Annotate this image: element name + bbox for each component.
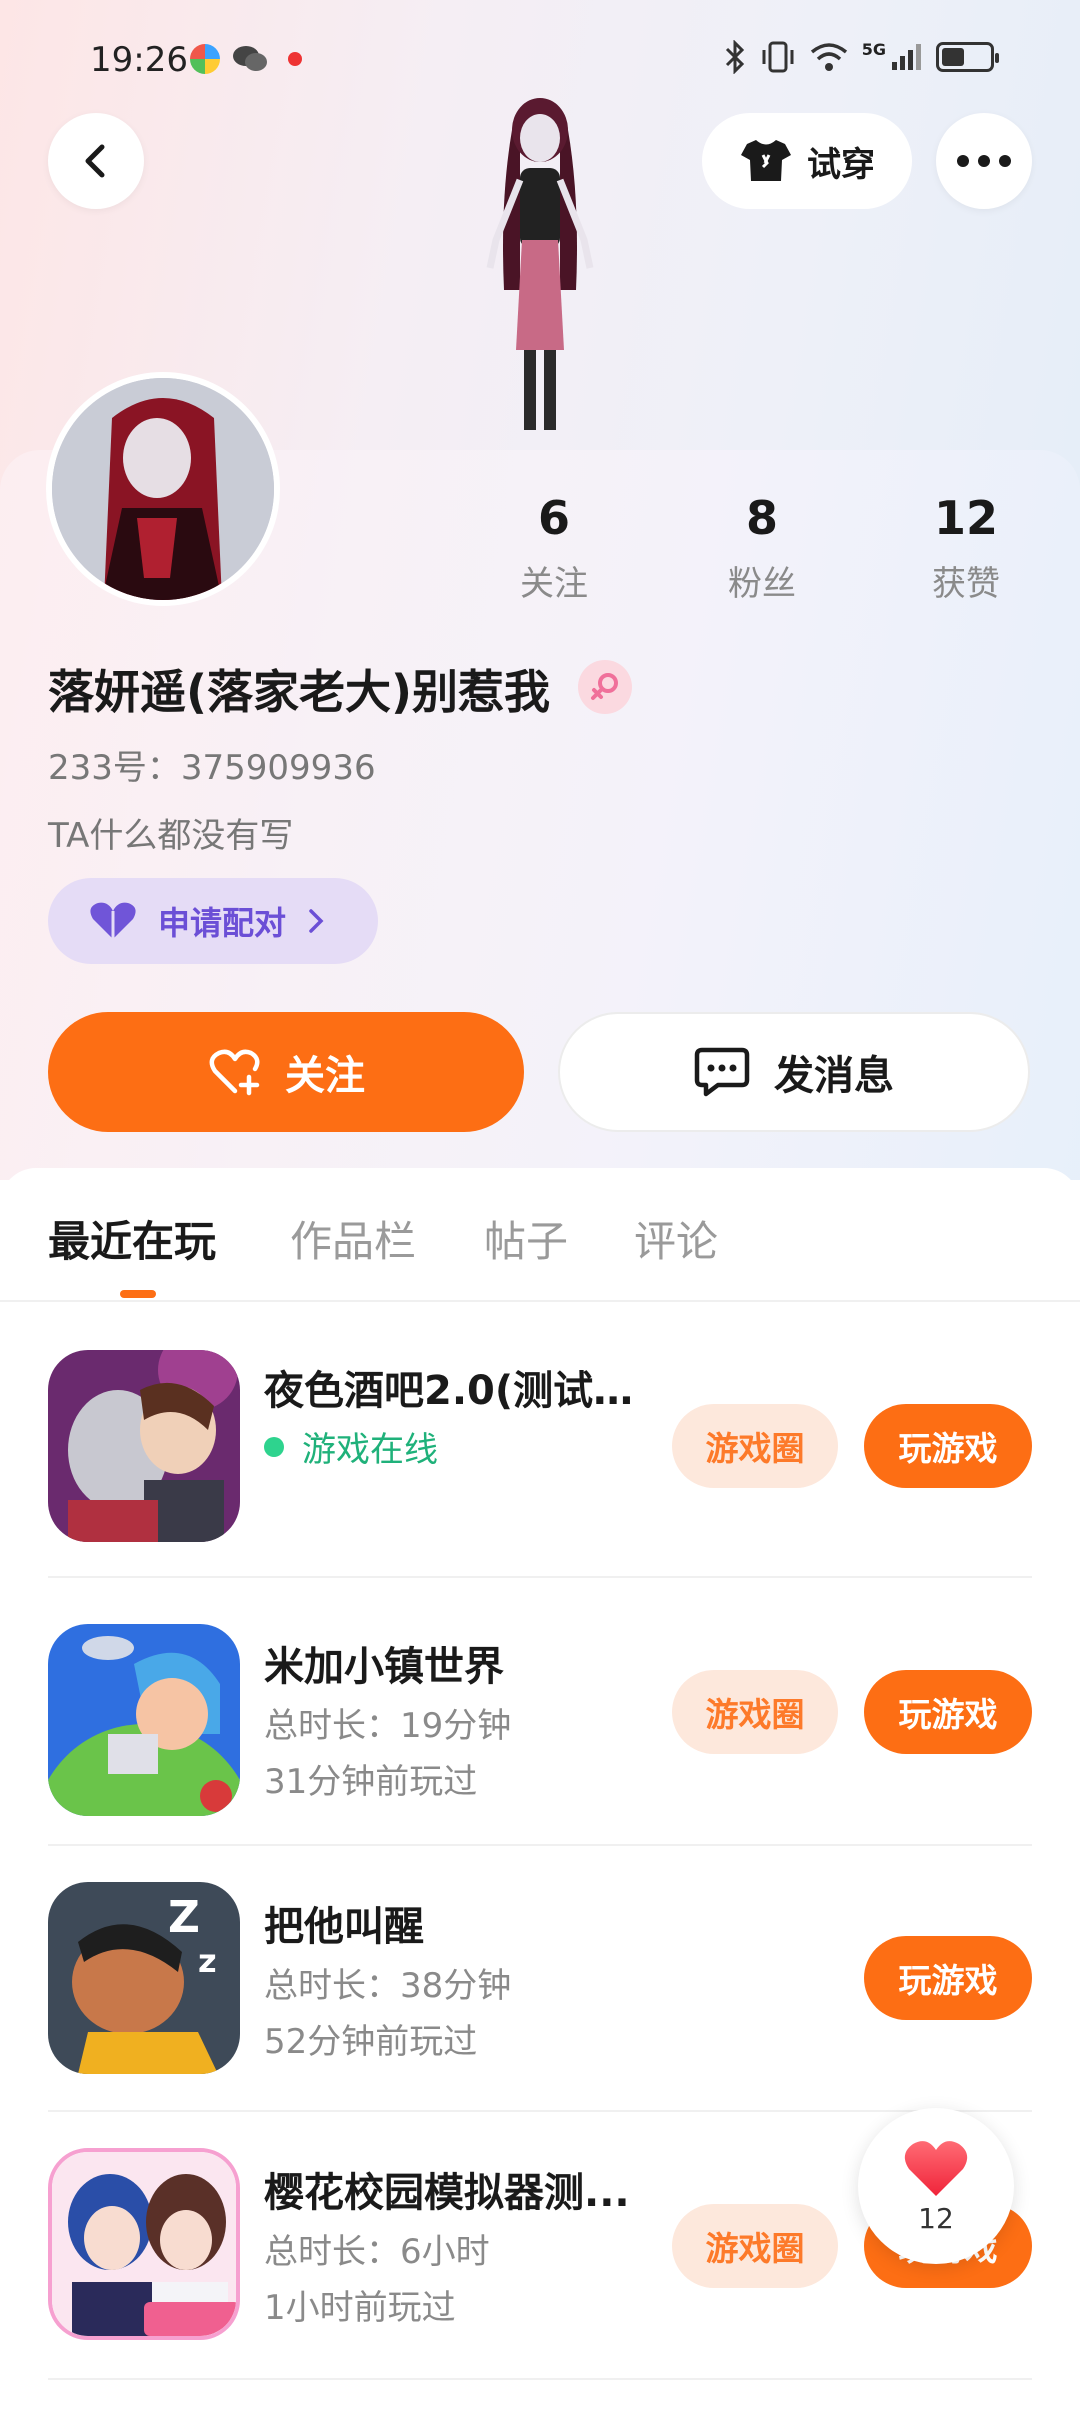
red-dot-icon (288, 52, 302, 66)
tshirt-icon (741, 140, 791, 181)
play-game-button[interactable]: 玩游戏 (864, 1404, 1032, 1488)
followers-count: 8 (745, 491, 778, 545)
active-tab-indicator (120, 1290, 156, 1298)
game-title: 樱花校园模拟器测... (264, 2170, 630, 2216)
game-title: 把他叫醒 (264, 1904, 424, 1950)
play-game-button[interactable]: 玩游戏 (864, 1670, 1032, 1754)
tab-comments[interactable]: 评论 (634, 1208, 718, 1269)
user-bio: TA什么都没有写 (48, 816, 294, 856)
following-count: 6 (537, 491, 570, 545)
battery-icon (936, 42, 999, 72)
bluetooth-icon (725, 40, 744, 74)
send-message-label: 发消息 (774, 1053, 894, 1099)
game-playtime: 总时长：6小时 (264, 2232, 490, 2272)
game-circle-button[interactable]: 游戏圈 (672, 1404, 838, 1488)
stat-following[interactable]: 6 关注 (474, 488, 634, 605)
username: 落妍遥(落家老大)别惹我 (48, 665, 551, 719)
floating-like-button[interactable]: 12 (858, 2108, 1014, 2264)
game-cover-image (52, 2152, 236, 2336)
back-arrow-icon (85, 144, 105, 178)
game-icon: Z z (48, 1882, 240, 2074)
tab-recently-played[interactable]: 最近在玩 (48, 1208, 216, 1269)
gender-badge (578, 660, 632, 714)
request-pair-label: 申请配对 (158, 904, 287, 942)
user-id: 233号：375909936 (48, 748, 376, 788)
following-label: 关注 (520, 564, 588, 604)
try-on-button[interactable]: 试穿 (702, 113, 912, 209)
vibrate-icon (762, 41, 794, 73)
back-button[interactable] (48, 113, 144, 209)
like-count: 12 (918, 2201, 954, 2235)
stat-followers[interactable]: 8 粉丝 (682, 488, 842, 605)
online-dot-icon (264, 1436, 284, 1457)
heart-icon (904, 2140, 968, 2196)
profile-tabs: 最近在玩 作品栏 帖子 评论 (0, 1168, 1080, 1300)
online-label: 游戏在线 (302, 1430, 438, 1470)
play-game-button[interactable]: 玩游戏 (864, 1936, 1032, 2020)
game-row[interactable]: Z z 把他叫醒 总时长：38分钟 52分钟前玩过 玩游戏 (0, 1844, 1080, 2110)
game-row[interactable]: 米加小镇世界 总时长：19分钟 31分钟前玩过 游戏圈 玩游戏 (0, 1578, 1080, 1844)
more-dots-icon (957, 155, 1011, 167)
followers-label: 粉丝 (728, 564, 796, 604)
chat-bubble-icon (694, 1047, 750, 1097)
app-notification-icon (190, 44, 220, 74)
follow-label: 关注 (285, 1053, 365, 1099)
svg-text:Z: Z (168, 1892, 200, 1943)
game-title: 米加小镇世界 (264, 1644, 504, 1690)
game-icon (48, 1624, 240, 1816)
game-cover-image (48, 1350, 240, 1542)
heart-icon (90, 902, 136, 939)
game-last-played: 31分钟前玩过 (264, 1762, 478, 1802)
game-icon (48, 2148, 240, 2340)
wechat-icon (233, 46, 267, 71)
user-avatar[interactable] (46, 372, 280, 606)
female-icon (591, 673, 618, 700)
try-on-label: 试穿 (807, 144, 875, 185)
game-circle-button[interactable]: 游戏圈 (672, 2204, 838, 2288)
signal-icon (892, 44, 921, 70)
heart-plus-icon (209, 1049, 260, 1096)
tab-works[interactable]: 作品栏 (290, 1208, 416, 1269)
status-time: 19:26 (90, 40, 188, 80)
game-last-played: 1小时前玩过 (264, 2288, 456, 2328)
game-cover-image: Z z (48, 1882, 240, 2074)
stat-likes[interactable]: 12 获赞 (886, 488, 1046, 605)
notification-icons (190, 44, 302, 74)
game-icon (48, 1350, 240, 1542)
game-playtime: 总时长：38分钟 (264, 1966, 512, 2006)
follow-button[interactable]: 关注 (48, 1012, 524, 1132)
chevron-right-icon (309, 909, 324, 933)
game-title: 夜色酒吧2.0(测试版) (264, 1368, 644, 1414)
likes-count: 12 (933, 491, 998, 545)
svg-text:z: z (198, 1942, 217, 1980)
game-playtime: 总时长：19分钟 (264, 1706, 512, 1746)
more-button[interactable] (936, 113, 1032, 209)
game-row[interactable]: 夜色酒吧2.0(测试版) 游戏在线 游戏圈 玩游戏 (0, 1300, 1080, 1566)
game-online-status: 游戏在线 (264, 1422, 438, 1471)
system-status-icons: 5G (724, 40, 999, 74)
game-circle-button[interactable]: 游戏圈 (672, 1670, 838, 1754)
avatar-image (52, 378, 274, 600)
game-cover-image (48, 1624, 240, 1816)
row-divider (48, 2378, 1032, 2380)
tab-posts[interactable]: 帖子 (484, 1208, 568, 1269)
avatar-3d-figure (486, 98, 594, 430)
likes-label: 获赞 (932, 564, 1000, 604)
send-message-button[interactable]: 发消息 (558, 1012, 1030, 1132)
game-last-played: 52分钟前玩过 (264, 2022, 478, 2062)
network-type: 5G (861, 40, 886, 59)
wifi-icon (810, 43, 847, 71)
request-pair-button[interactable]: 申请配对 (48, 878, 378, 964)
